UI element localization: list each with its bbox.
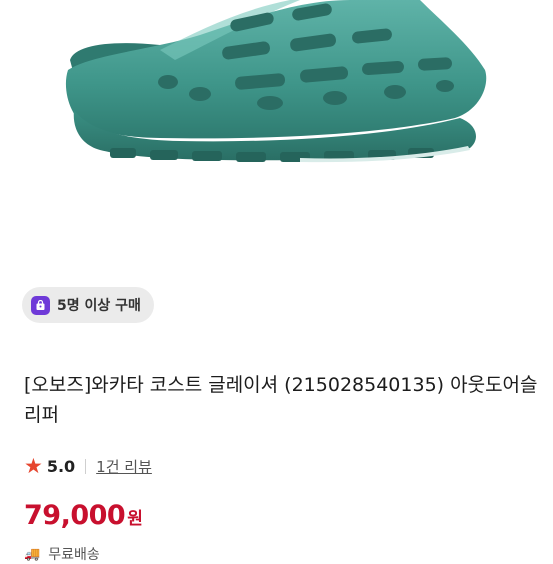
review-count-link[interactable]: 1건 리뷰: [96, 456, 152, 477]
purchase-count-badge: 5명 이상 구매: [22, 287, 154, 323]
price-amount: 79,000: [24, 500, 126, 531]
product-image[interactable]: [0, 0, 553, 280]
star-icon: ★: [24, 453, 43, 478]
truck-icon: 🚚: [24, 546, 41, 562]
rating-value: 5.0: [46, 456, 76, 476]
rating-row: ★ 5.0 1건 리뷰: [24, 454, 152, 478]
price-unit: 원: [127, 509, 143, 529]
product-image-clog: [65, 0, 487, 163]
shipping-info: 🚚 무료배송: [24, 544, 100, 564]
product-title: [오보즈]와카타 코스트 글레이셔 (215028540135) 아웃도어슬리퍼: [24, 374, 538, 426]
shopping-bag-icon: [31, 295, 50, 315]
badge-label: 5명 이상 구매: [57, 298, 141, 314]
divider: [85, 458, 87, 474]
shipping-label: 무료배송: [48, 547, 100, 563]
price: 79,000 원: [24, 500, 143, 531]
